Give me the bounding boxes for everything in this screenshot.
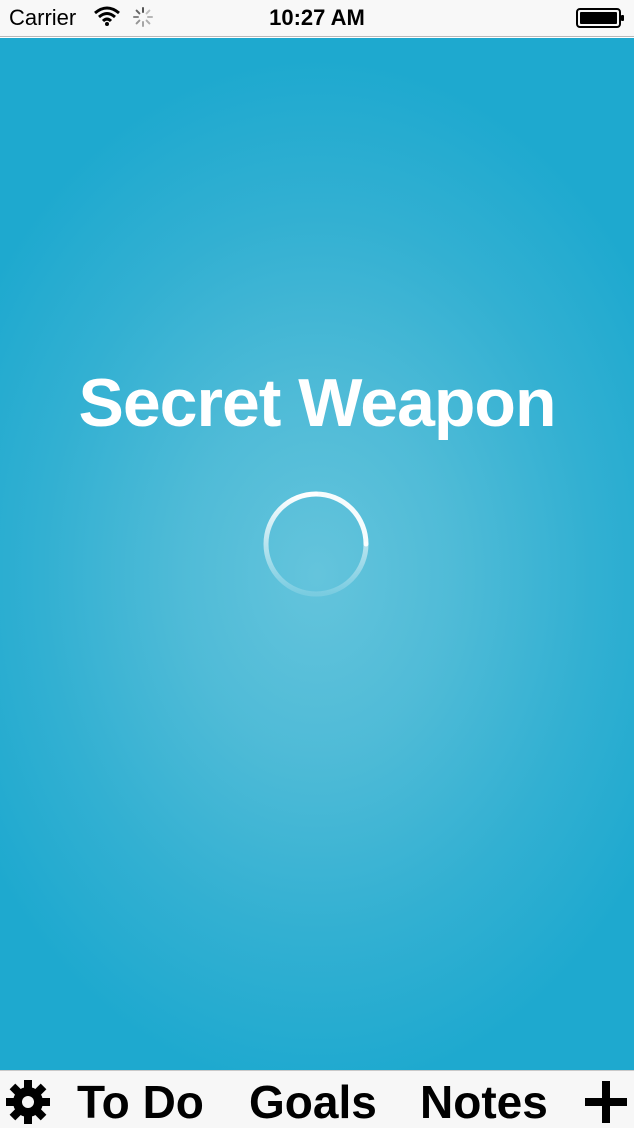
screen: Carrier 10:27 AM Secret Weapon To Do Goa… [0,0,634,1128]
splash-screen: Secret Weapon [0,38,634,1070]
tab-goals[interactable]: Goals [249,1075,377,1128]
gear-icon[interactable] [0,1077,56,1127]
bottom-toolbar: To Do Goals Notes [0,1070,634,1128]
tab-notes[interactable]: Notes [420,1075,548,1128]
tab-todo[interactable]: To Do [77,1075,204,1128]
battery-icon [576,8,624,28]
clock: 10:27 AM [269,5,365,30]
spinner-icon [263,491,369,597]
plus-icon[interactable] [582,1079,630,1125]
status-bar: Carrier 10:27 AM [0,0,634,37]
app-title: Secret Weapon [78,365,556,441]
